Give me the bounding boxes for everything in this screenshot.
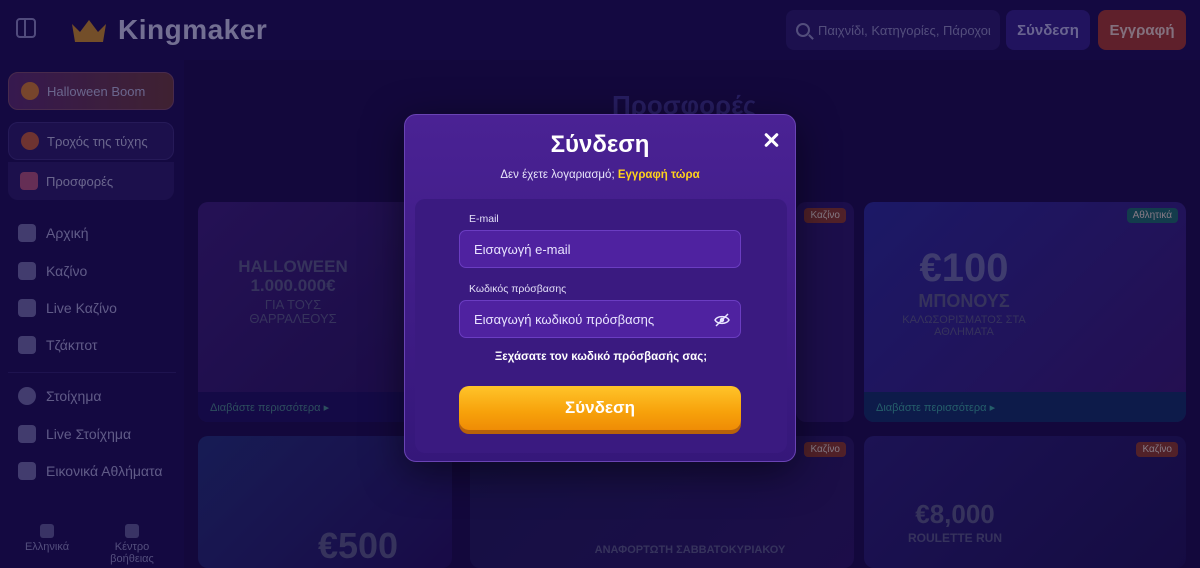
- modal-title: Σύνδεση: [550, 131, 650, 158]
- email-placeholder: Εισαγωγή e-mail: [474, 241, 571, 257]
- forgot-password-link[interactable]: Ξεχάσατε τον κωδικό πρόσβασής σας;: [415, 351, 787, 363]
- signup-prompt-text: Δεν έχετε λογαριασμό;: [500, 169, 618, 181]
- email-field[interactable]: Εισαγωγή e-mail: [459, 230, 741, 268]
- email-label: E-mail: [469, 213, 499, 225]
- login-form: E-mail Εισαγωγή e-mail Κωδικός πρόσβασης…: [415, 199, 787, 453]
- password-field[interactable]: Εισαγωγή κωδικού πρόσβασης: [459, 300, 741, 338]
- signup-prompt: Δεν έχετε λογαριασμό; Εγγραφή τώρα: [405, 169, 795, 181]
- password-label: Κωδικός πρόσβασης: [469, 283, 567, 295]
- password-placeholder: Εισαγωγή κωδικού πρόσβασης: [474, 311, 655, 327]
- login-submit-button[interactable]: Σύνδεση: [459, 386, 741, 430]
- close-icon[interactable]: [763, 131, 781, 149]
- eye-off-icon[interactable]: [714, 312, 730, 328]
- login-modal: Σύνδεση Δεν έχετε λογαριασμό; Εγγραφή τώ…: [404, 114, 796, 462]
- register-now-link[interactable]: Εγγραφή τώρα: [618, 169, 700, 181]
